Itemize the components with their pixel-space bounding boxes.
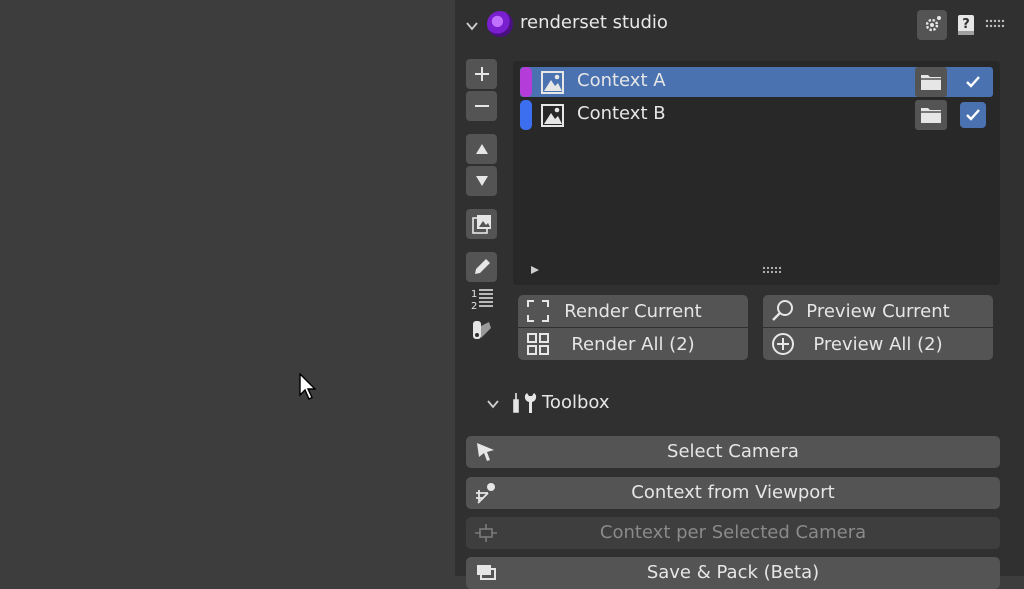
preview-current-button[interactable]: Preview Current — [763, 295, 993, 327]
render-all-button[interactable]: Render All (2) — [518, 328, 748, 360]
tools-icon — [513, 393, 537, 413]
remove-context-button[interactable] — [466, 91, 497, 121]
pencil-icon — [474, 259, 490, 274]
checkmark-icon — [966, 76, 980, 88]
render-all-label: Render All (2) — [571, 333, 695, 355]
toolbox-title: Toolbox — [542, 392, 610, 413]
properties-button[interactable] — [466, 316, 497, 346]
renderset-logo-icon — [487, 11, 513, 37]
numbered-list-icon: 1 2 — [471, 289, 493, 312]
help-button[interactable]: ? — [951, 10, 981, 40]
svg-text:1: 1 — [471, 289, 477, 300]
move-up-button[interactable] — [466, 134, 497, 164]
context-label: Context A — [577, 70, 666, 91]
triangle-up-icon — [475, 144, 488, 154]
minus-icon — [474, 105, 489, 107]
context-color-swatch — [520, 100, 532, 130]
numbered-list-button[interactable]: 1 2 — [466, 284, 497, 314]
chevron-down-icon[interactable] — [486, 397, 500, 411]
render-current-button[interactable]: Render Current — [518, 295, 748, 327]
context-from-viewport-button[interactable]: Context from Viewport — [466, 477, 1000, 509]
duplicate-context-button[interactable] — [466, 209, 497, 239]
preview-current-label: Preview Current — [806, 300, 950, 322]
render-current-label: Render Current — [564, 300, 702, 322]
plus-icon — [474, 67, 489, 81]
context-label: Context B — [577, 103, 666, 124]
3d-viewport[interactable] — [0, 0, 455, 576]
svg-text:2: 2 — [471, 301, 477, 312]
mouse-cursor-icon — [299, 373, 316, 400]
context-enabled-checkbox[interactable] — [960, 69, 986, 95]
resize-handle-icon[interactable] — [762, 266, 782, 274]
folder-icon — [921, 108, 941, 123]
folder-icon — [921, 75, 941, 90]
expand-filter-icon[interactable] — [530, 265, 540, 275]
select-camera-label: Select Camera — [667, 441, 799, 462]
save-pack-button[interactable]: Save & Pack (Beta) — [466, 557, 1000, 589]
preferences-button[interactable] — [917, 10, 947, 40]
context-color-swatch — [520, 67, 532, 97]
preview-all-button[interactable]: Preview All (2) — [763, 328, 993, 360]
chevron-down-icon[interactable] — [465, 19, 479, 33]
open-folder-button[interactable] — [915, 67, 947, 97]
move-down-button[interactable] — [466, 166, 497, 196]
image-icon — [541, 71, 564, 94]
preview-all-label: Preview All (2) — [813, 333, 943, 355]
images-icon — [471, 215, 491, 234]
drag-handle-icon[interactable] — [985, 19, 1005, 29]
panel-title: renderset studio — [520, 12, 668, 33]
svg-text:?: ? — [962, 17, 970, 32]
edit-button[interactable] — [466, 252, 497, 282]
image-icon — [541, 104, 564, 127]
add-context-button[interactable] — [466, 59, 497, 89]
context-per-selected-camera-label: Context per Selected Camera — [599, 522, 867, 543]
open-folder-button[interactable] — [915, 100, 947, 130]
context-enabled-checkbox[interactable] — [960, 102, 986, 128]
palette-icon — [472, 321, 491, 339]
help-book-icon: ? — [958, 15, 974, 35]
triangle-down-icon — [475, 176, 488, 186]
select-camera-button[interactable]: Select Camera — [466, 436, 1000, 468]
gear-icon — [925, 16, 941, 32]
context-from-viewport-label: Context from Viewport — [631, 482, 835, 503]
context-per-selected-camera-button[interactable]: Context per Selected Camera — [466, 517, 1000, 549]
checkmark-icon — [966, 109, 980, 121]
save-pack-label: Save & Pack (Beta) — [646, 562, 820, 583]
